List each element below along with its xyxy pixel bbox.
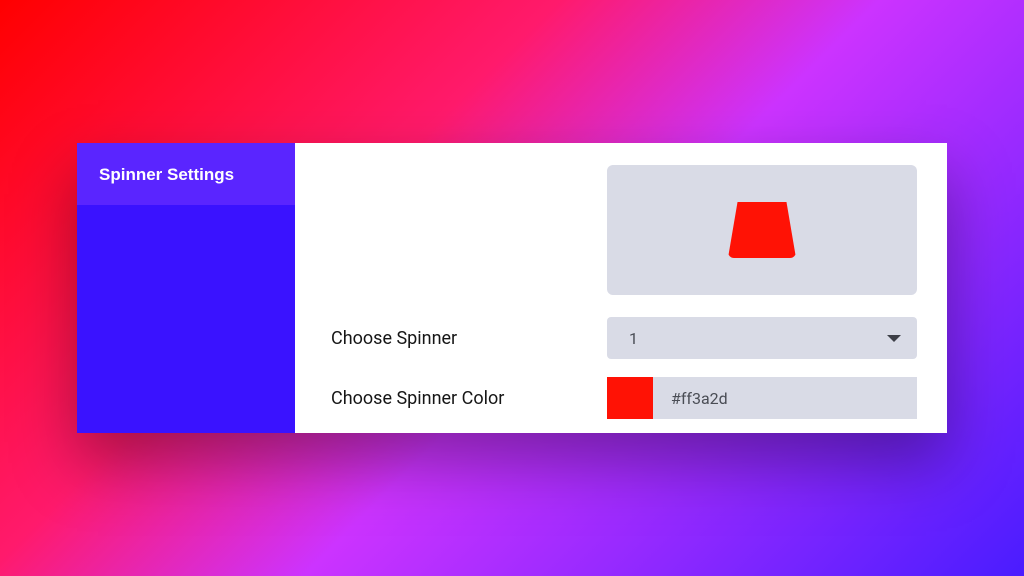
preview-row bbox=[331, 165, 917, 295]
row-choose-spinner: Choose Spinner 1 bbox=[331, 317, 917, 359]
row-choose-color: Choose Spinner Color bbox=[331, 377, 917, 419]
color-hex-input[interactable] bbox=[653, 377, 917, 419]
choose-spinner-label: Choose Spinner bbox=[331, 328, 457, 349]
spinner-select-value: 1 bbox=[629, 329, 638, 348]
sidebar-tab-spinner-settings[interactable]: Spinner Settings bbox=[77, 143, 295, 205]
spinner-shape bbox=[728, 202, 796, 258]
color-swatch[interactable] bbox=[607, 377, 653, 419]
spinner-preview bbox=[607, 165, 917, 295]
settings-panel: Spinner Settings Choose Spinner 1 Choose… bbox=[77, 143, 947, 433]
main-content: Choose Spinner 1 Choose Spinner Color bbox=[295, 143, 947, 433]
sidebar: Spinner Settings bbox=[77, 143, 295, 433]
choose-color-label: Choose Spinner Color bbox=[331, 388, 504, 409]
chevron-down-icon bbox=[887, 335, 901, 342]
spinner-select[interactable]: 1 bbox=[607, 317, 917, 359]
color-picker bbox=[607, 377, 917, 419]
